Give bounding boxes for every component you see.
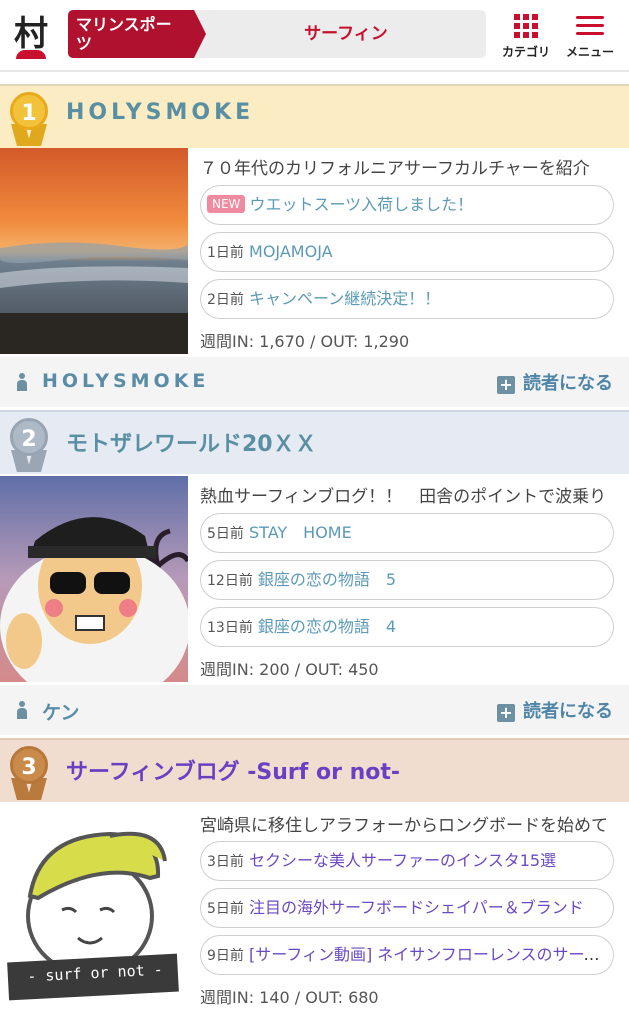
rank-number: 3	[10, 746, 48, 784]
category-button[interactable]: カテゴリ	[498, 12, 554, 62]
menu-button[interactable]: メニュー	[562, 12, 618, 62]
person-icon	[16, 701, 28, 719]
logo-text: 村	[14, 14, 48, 54]
grid-icon	[514, 14, 538, 38]
entry-time: 13日前	[207, 620, 253, 636]
author-bar: HOLYSMOKE + 読者になる	[0, 357, 629, 407]
entry-time: 12日前	[207, 573, 253, 589]
follow-label: 読者になる	[523, 701, 613, 722]
breadcrumb-subcategory[interactable]: サーフィン	[206, 10, 486, 58]
breadcrumb-arrow	[194, 10, 206, 58]
bronze-medal-icon: 3	[8, 746, 52, 802]
header: 村 マリンスポーツ サーフィン カテゴリ メニュー	[0, 0, 629, 72]
follow-button[interactable]: + 読者になる	[497, 697, 613, 723]
blog-thumbnail[interactable]	[0, 476, 188, 682]
entry-link[interactable]: 2日前 キャンペーン継続決定！！	[200, 279, 614, 319]
entry-time: 1日前	[207, 245, 244, 261]
author-bar: ケン + 読者になる	[0, 685, 629, 735]
rank-1-header[interactable]: 1 HOLYSMOKE	[0, 84, 629, 148]
plus-icon: +	[497, 704, 515, 722]
entry-title: 注目の海外サーフボードシェイパー＆ブランド	[249, 898, 584, 917]
blog-title[interactable]: サーフィンブログ -Surf or not-	[66, 754, 400, 786]
rank-2-header[interactable]: 2 モトザレワールド20ＸＸ	[0, 410, 629, 474]
entry-link[interactable]: 9日前 [サーフィン動画] ネイサンフローレンスのサーフィン	[200, 935, 614, 975]
entry-title: キャンペーン継続決定！！	[249, 289, 441, 308]
weekly-stats: 週間IN: 140 / OUT: 680	[200, 988, 379, 1007]
breadcrumb-category[interactable]: マリンスポーツ	[68, 10, 194, 58]
logo-mark	[16, 50, 46, 59]
entry-title: MOJAMOJA	[249, 242, 333, 261]
entry-link[interactable]: 5日前 注目の海外サーフボードシェイパー＆ブランド	[200, 888, 614, 928]
breadcrumb: マリンスポーツ サーフィン	[68, 10, 486, 58]
rank-number: 2	[10, 418, 48, 456]
entry-time: 9日前	[207, 948, 244, 964]
blog-description: ７０年代のカリフォルニアサーフカルチャーを紹介	[200, 159, 590, 179]
entry-link[interactable]: 12日前 銀座の恋の物語 5	[200, 560, 614, 600]
entry-title: ウエットスーツ入荷しました！	[249, 195, 474, 214]
weekly-stats: 週間IN: 1,670 / OUT: 1,290	[200, 332, 410, 351]
entry-time: 5日前	[207, 901, 244, 917]
category-button-label: カテゴリ	[501, 45, 550, 59]
entry-link[interactable]: 1日前 MOJAMOJA	[200, 232, 614, 272]
new-badge: NEW	[207, 195, 246, 213]
entry-title: STAY HOME	[249, 523, 352, 542]
blog-description: 熱血サーフィンブログ！！ 田舎のポイントで波乗り	[200, 487, 607, 507]
person-icon	[16, 373, 28, 391]
site-logo[interactable]: 村	[10, 10, 58, 59]
rank-number: 1	[10, 92, 48, 130]
entry-title: 銀座の恋の物語 5	[257, 570, 397, 589]
follow-button[interactable]: + 読者になる	[497, 369, 613, 395]
rank-3-header[interactable]: 3 サーフィンブログ -Surf or not-	[0, 738, 629, 802]
blog-title[interactable]: HOLYSMOKE	[66, 100, 254, 125]
entry-title: セクシーな美人サーファーのインスタ15選	[249, 851, 557, 870]
entry-time: 5日前	[207, 526, 244, 542]
silver-medal-icon: 2	[8, 418, 52, 474]
follow-label: 読者になる	[523, 373, 613, 394]
blog-thumbnail[interactable]: - surf or not -	[0, 806, 188, 1012]
author-name[interactable]: HOLYSMOKE	[42, 370, 209, 392]
plus-icon: +	[497, 376, 515, 394]
entry-link[interactable]: NEW ウエットスーツ入荷しました！	[200, 185, 614, 225]
entry-link[interactable]: 13日前 銀座の恋の物語 4	[200, 607, 614, 647]
author-name[interactable]: ケン	[42, 698, 79, 725]
entry-time: 3日前	[207, 854, 244, 870]
entry-link[interactable]: 5日前 STAY HOME	[200, 513, 614, 553]
blog-thumbnail[interactable]	[0, 148, 188, 354]
entry-title: [サーフィン動画] ネイサンフローレンスのサーフィン	[249, 945, 614, 964]
entry-link[interactable]: 3日前 セクシーな美人サーファーのインスタ15選	[200, 841, 614, 881]
weekly-stats: 週間IN: 200 / OUT: 450	[200, 660, 379, 679]
menu-button-label: メニュー	[565, 45, 614, 59]
hamburger-icon	[576, 16, 604, 36]
blog-title[interactable]: モトザレワールド20ＸＸ	[66, 426, 317, 458]
entry-time: 2日前	[207, 292, 244, 308]
blog-description: 宮崎県に移住しアラフォーからロングボードを始めて	[200, 816, 608, 836]
gold-medal-icon: 1	[8, 92, 52, 148]
entry-title: 銀座の恋の物語 4	[257, 617, 397, 636]
